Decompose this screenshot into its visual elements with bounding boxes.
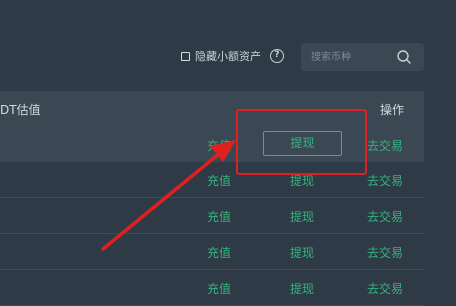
withdraw-link[interactable]: 提现 xyxy=(290,208,314,225)
deposit-link[interactable]: 充值 xyxy=(207,172,231,189)
search-input[interactable] xyxy=(311,49,391,65)
annotation-highlight-box xyxy=(236,109,367,175)
column-header-estimate: DT估值 xyxy=(0,103,41,117)
trade-link[interactable]: 去交易 xyxy=(367,208,403,225)
withdraw-link[interactable]: 提现 xyxy=(290,280,314,297)
help-icon[interactable]: ? xyxy=(270,49,284,63)
trade-link[interactable]: 去交易 xyxy=(367,172,403,189)
search-box[interactable] xyxy=(301,43,424,71)
table-row: 充值 提现 去交易 xyxy=(0,234,424,270)
table-row: 充值 提现 去交易 xyxy=(0,270,424,306)
trade-link[interactable]: 去交易 xyxy=(367,137,403,154)
deposit-link[interactable]: 充值 xyxy=(207,244,231,261)
column-header-action: 操作 xyxy=(379,103,404,117)
deposit-link[interactable]: 充值 xyxy=(207,280,231,297)
deposit-link[interactable]: 充值 xyxy=(207,137,231,154)
table-row: 充值 提现 去交易 xyxy=(0,198,424,234)
hide-small-assets-checkbox[interactable] xyxy=(181,52,190,61)
hide-small-assets-label[interactable]: 隐藏小额资产 xyxy=(195,49,261,65)
trade-link[interactable]: 去交易 xyxy=(367,244,403,261)
withdraw-link[interactable]: 提现 xyxy=(290,244,314,261)
trade-link[interactable]: 去交易 xyxy=(367,280,403,297)
search-icon[interactable] xyxy=(396,49,412,65)
assets-toolbar: 隐藏小额资产 ? xyxy=(0,0,456,90)
deposit-link[interactable]: 充值 xyxy=(207,208,231,225)
